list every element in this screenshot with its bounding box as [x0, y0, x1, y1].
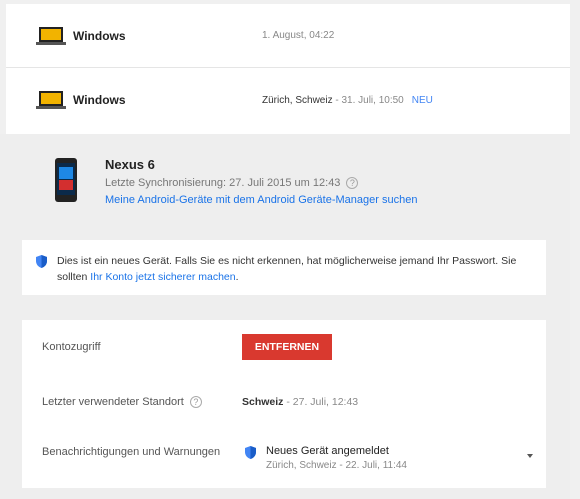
device-row-windows-1[interactable]: Windows 1. August, 04:22	[6, 4, 570, 68]
sync-text: Letzte Synchronisierung: 27. Juli 2015 u…	[105, 177, 341, 189]
last-location-label: Letzter verwendeter Standort?	[42, 396, 202, 409]
device-date: - 31. Juli, 10:50	[332, 94, 404, 106]
device-name: Windows	[73, 93, 126, 107]
device-last-activity: Zürich, Schweiz - 31. Juli, 10:50 NEU	[262, 95, 433, 106]
new-badge: NEU	[411, 94, 433, 106]
account-access-label: Kontozugriff	[42, 341, 101, 353]
laptop-icon	[36, 26, 66, 45]
notification-title: Neues Gerät angemeldet	[266, 445, 389, 457]
device-list: Windows 1. August, 04:22 Windows Zürich,…	[6, 4, 570, 134]
warning-end: .	[235, 271, 239, 283]
device-location: Zürich, Schweiz	[262, 94, 333, 106]
shield-icon	[245, 446, 256, 459]
device-name: Windows	[73, 28, 126, 43]
notifications-label: Benachrichtigungen und Warnungen	[42, 446, 221, 458]
new-device-warning: Dies ist ein neues Gerät. Falls Sie es n…	[22, 240, 546, 295]
location-name: Schweiz	[242, 396, 284, 408]
remove-button[interactable]: ENTFERNEN	[242, 334, 332, 360]
warning-text: Dies ist ein neues Gerät. Falls Sie es n…	[57, 253, 537, 285]
device-settings: Kontozugriff ENTFERNEN Letzter verwendet…	[22, 320, 546, 488]
last-location-value: Schweiz - 27. Juli, 12:43	[242, 396, 358, 408]
help-icon[interactable]: ?	[189, 396, 202, 409]
location-date: - 27. Juli, 12:43	[283, 396, 359, 408]
secure-account-link[interactable]: Ihr Konto jetzt sicherer machen	[90, 271, 235, 283]
laptop-icon	[36, 91, 66, 109]
sync-status: Letzte Synchronisierung: 27. Juli 2015 u…	[105, 177, 359, 190]
help-icon[interactable]: ?	[346, 177, 359, 190]
notification-subtitle: Zürich, Schweiz - 22. Juli, 11:44	[266, 460, 407, 471]
shield-icon	[36, 255, 47, 268]
device-title: Nexus 6	[105, 157, 155, 172]
device-manager-link[interactable]: Meine Android-Geräte mit dem Android Ger…	[105, 194, 417, 206]
phone-icon	[55, 158, 77, 202]
device-row-windows-2[interactable]: Windows Zürich, Schweiz - 31. Juli, 10:5…	[6, 68, 570, 132]
last-location-label-text: Letzter verwendeter Standort	[42, 396, 184, 408]
device-last-activity: 1. August, 04:22	[262, 30, 335, 41]
chevron-down-icon[interactable]	[527, 454, 533, 458]
